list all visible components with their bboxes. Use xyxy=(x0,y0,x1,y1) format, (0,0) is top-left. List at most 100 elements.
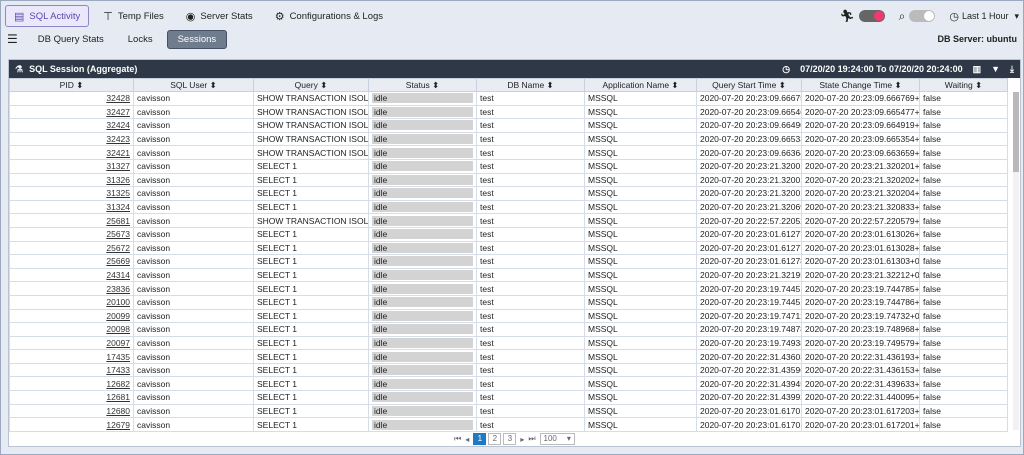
nav-server-stats[interactable]: ◉ Server Stats xyxy=(178,6,261,26)
page-button[interactable]: 1 xyxy=(473,433,487,445)
table-row[interactable]: 31327 cavisson SELECT 1 idle test MSSQL 2020-0… xyxy=(9,158,1008,174)
table-row[interactable]: 25672 cavisson SELECT 1 idle test MSSQL 2020-0… xyxy=(9,240,1008,256)
column-header[interactable]: PID ⬍ xyxy=(9,78,134,92)
table-row[interactable]: 17435 cavisson SELECT 1 idle test MSSQL 2020-0… xyxy=(9,349,1008,364)
table-row[interactable]: 32424 cavisson SHOW TRANSACTION ISOLAT idle… xyxy=(9,118,1008,133)
column-header[interactable]: Query Start Time ⬍ xyxy=(696,78,802,92)
table-row[interactable]: 12682 cavisson SELECT 1 idle test MSSQL 2020-0… xyxy=(9,376,1008,392)
prev-page-icon[interactable]: ◂ xyxy=(465,435,469,444)
page-size-select[interactable]: 100 ▾ xyxy=(539,433,575,445)
column-header[interactable]: DB Name ⬍ xyxy=(476,78,585,92)
sort-icon[interactable]: ⬍ xyxy=(544,80,554,90)
pid-link[interactable]: 31326 xyxy=(9,172,134,188)
column-header[interactable]: Waiting ⬍ xyxy=(919,78,1008,92)
tab-locks[interactable]: Locks xyxy=(118,31,163,48)
pid-link[interactable]: 17435 xyxy=(9,349,134,364)
page-button[interactable]: 2 xyxy=(488,433,502,445)
compare-toggle[interactable] xyxy=(909,10,936,22)
pid-link[interactable]: 20098 xyxy=(9,322,134,337)
pid-link[interactable]: 12679 xyxy=(9,417,134,432)
scrollbar[interactable] xyxy=(1013,92,1019,430)
table-row[interactable]: 32423 cavisson SHOW TRANSACTION ISOLAT idle… xyxy=(9,131,1008,147)
table-row[interactable]: 23836 cavisson SELECT 1 idle test MSSQL 2020-0… xyxy=(9,281,1008,296)
table-row[interactable]: 32421 cavisson SHOW TRANSACTION ISOLAT idle… xyxy=(9,145,1008,160)
sort-icon[interactable]: ⬍ xyxy=(892,80,902,90)
table-cell: MSSQL xyxy=(584,199,697,215)
pid-link[interactable]: 25681 xyxy=(9,213,134,228)
table-row[interactable]: 20099 cavisson SELECT 1 idle test MSSQL 2020-0… xyxy=(9,308,1008,324)
pid-link[interactable]: 12682 xyxy=(9,376,134,392)
pid-link[interactable]: 32428 xyxy=(9,91,134,106)
pid-link[interactable]: 20100 xyxy=(9,294,134,310)
pid-link[interactable]: 25669 xyxy=(9,254,134,269)
pid-link[interactable]: 23836 xyxy=(9,281,134,296)
sort-icon[interactable]: ⬍ xyxy=(430,80,439,90)
table-row[interactable]: 25669 cavisson SELECT 1 idle test MSSQL 2020-0… xyxy=(9,254,1008,269)
table-cell: SELECT 1 xyxy=(253,376,369,392)
pid-link[interactable]: 31327 xyxy=(9,158,134,174)
pid-link[interactable]: 32427 xyxy=(9,104,134,120)
sort-icon[interactable]: ⬍ xyxy=(318,80,327,90)
column-header[interactable]: Status ⬍ xyxy=(368,78,477,92)
pid-link[interactable]: 17433 xyxy=(9,362,134,378)
table-row[interactable]: 31326 cavisson SELECT 1 idle test MSSQL 2020-0… xyxy=(9,172,1008,188)
pid-link[interactable]: 32424 xyxy=(9,118,134,133)
table-row[interactable]: 12681 cavisson SELECT 1 idle test MSSQL 2020-0… xyxy=(9,390,1008,405)
columns-icon[interactable]: ▥ xyxy=(973,64,982,75)
page-button[interactable]: 3 xyxy=(503,433,517,445)
menu-icon[interactable]: ☰ xyxy=(7,32,18,46)
filter-icon[interactable]: ▼ xyxy=(991,64,1000,74)
column-header[interactable]: State Change Time ⬍ xyxy=(801,78,920,92)
status-value: idle xyxy=(372,120,473,131)
pid-link[interactable]: 32421 xyxy=(9,145,134,160)
pid-link[interactable]: 25673 xyxy=(9,226,134,242)
pid-link[interactable]: 20099 xyxy=(9,308,134,324)
table-row[interactable]: 25681 cavisson SHOW TRANSACTION ISOLAT idle… xyxy=(9,213,1008,228)
pid-link[interactable]: 32423 xyxy=(9,131,134,147)
time-selector[interactable]: ◷ Last 1 Hour ▾ xyxy=(949,10,1019,23)
nav-configurations-logs[interactable]: ⚙ Configurations & Logs xyxy=(267,6,391,26)
sort-icon[interactable]: ⬍ xyxy=(207,80,217,90)
table-row[interactable]: 20097 cavisson SELECT 1 idle test MSSQL 2020-0… xyxy=(9,335,1008,351)
tab-sessions[interactable]: Sessions xyxy=(166,29,228,49)
table-row[interactable]: 20098 cavisson SELECT 1 idle test MSSQL 2020-0… xyxy=(9,322,1008,337)
table-cell: 2020-07-20 20:23:09.66364 xyxy=(696,145,802,160)
column-header[interactable]: SQL User ⬍ xyxy=(133,78,254,92)
auto-refresh-toggle[interactable] xyxy=(858,10,885,22)
table-row[interactable]: 32428 cavisson SHOW TRANSACTION ISOLAT idle… xyxy=(9,91,1008,106)
table-cell: cavisson xyxy=(133,376,254,392)
table-row[interactable]: 31324 cavisson SELECT 1 idle test MSSQL 2020-0… xyxy=(9,199,1008,215)
nav-sql-activity[interactable]: ▤ SQL Activity xyxy=(5,5,90,27)
table-row[interactable]: 31325 cavisson SELECT 1 idle test MSSQL 2020-0… xyxy=(9,186,1008,201)
pid-link[interactable]: 31325 xyxy=(9,186,134,201)
last-page-icon[interactable]: ⏭ xyxy=(528,434,535,444)
sort-icon[interactable]: ⬍ xyxy=(973,80,982,90)
download-icon[interactable]: ⤓ xyxy=(1010,64,1014,75)
pid-link[interactable]: 31324 xyxy=(9,199,134,215)
pid-link[interactable]: 12680 xyxy=(9,403,134,419)
table-row[interactable]: 12679 cavisson SELECT 1 idle test MSSQL 2020-0… xyxy=(9,417,1008,432)
sort-icon[interactable]: ⬍ xyxy=(776,80,786,90)
tab-db-query-stats[interactable]: DB Query Stats xyxy=(28,31,114,48)
pid-link[interactable]: 12681 xyxy=(9,390,134,405)
table-row[interactable]: 32427 cavisson SHOW TRANSACTION ISOLAT idle… xyxy=(9,104,1008,120)
scrollbar-thumb[interactable] xyxy=(1013,92,1019,172)
table-row[interactable]: 25673 cavisson SELECT 1 idle test MSSQL 2020-0… xyxy=(9,226,1008,242)
pid-link[interactable]: 20097 xyxy=(9,335,134,351)
table-row[interactable]: 12680 cavisson SELECT 1 idle test MSSQL 2020-0… xyxy=(9,403,1008,419)
sort-icon[interactable]: ⬍ xyxy=(669,80,678,90)
column-header[interactable]: Application Name ⬍ xyxy=(584,78,697,92)
column-header[interactable]: Query ⬍ xyxy=(253,78,369,92)
next-page-icon[interactable]: ▸ xyxy=(520,435,524,444)
table-row[interactable]: 17433 cavisson SELECT 1 idle test MSSQL 2020-0… xyxy=(9,362,1008,378)
first-page-icon[interactable]: ⏮ xyxy=(454,434,461,444)
nav-temp-files[interactable]: ⊤ Temp Files xyxy=(95,6,172,26)
table-cell: idle xyxy=(368,281,477,296)
pid-link[interactable]: 25672 xyxy=(9,240,134,256)
pid-link[interactable]: 24314 xyxy=(9,267,134,283)
sort-icon[interactable]: ⬍ xyxy=(74,80,83,90)
table-cell: 2020-07-20 20:23:19.74712 xyxy=(696,308,802,324)
table-row[interactable]: 20100 cavisson SELECT 1 idle test MSSQL 2020-0… xyxy=(9,294,1008,310)
table-row[interactable]: 24314 cavisson SELECT 1 idle test MSSQL 2020-0… xyxy=(9,267,1008,283)
table-cell: test xyxy=(476,172,585,188)
